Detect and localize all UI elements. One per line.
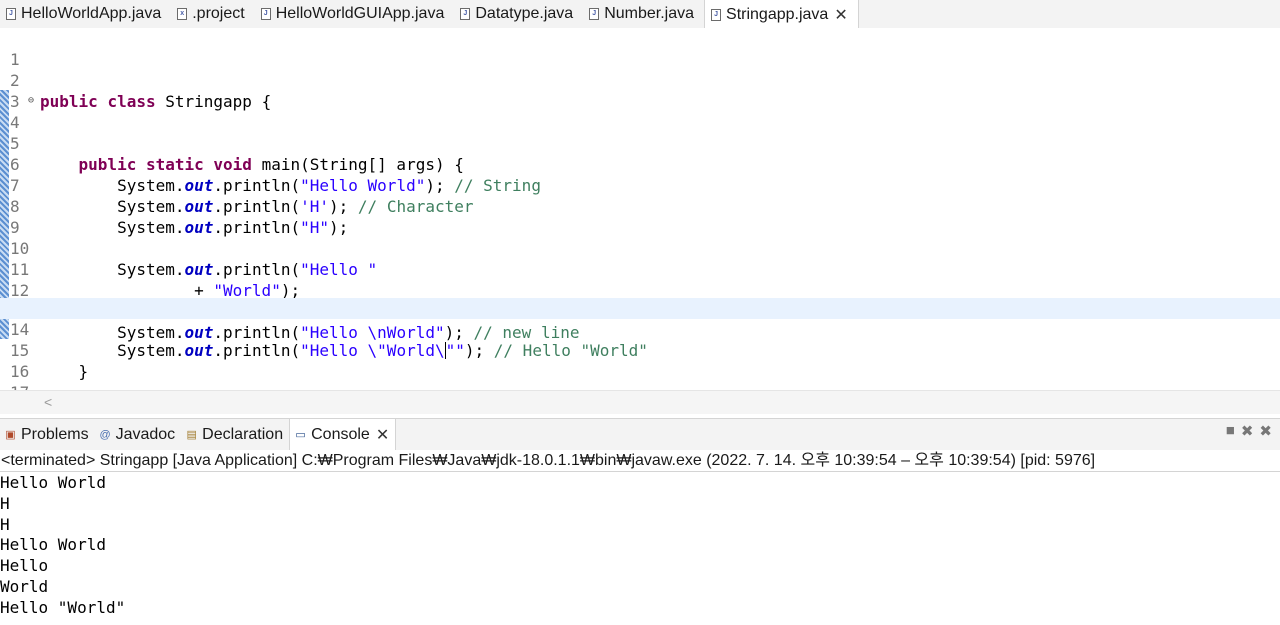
terminate-icon[interactable]: ■ — [1226, 422, 1235, 440]
code-line[interactable]: 17 } — [0, 361, 1280, 390]
tab-label: Console — [311, 426, 370, 443]
console-toolbar: ■ ✖ ✖ — [1226, 422, 1272, 440]
close-icon[interactable]: ✕ — [834, 5, 847, 25]
remove-all-terminated-icon[interactable]: ✖ — [1259, 422, 1272, 440]
tab-datatype[interactable]: J Datatype.java — [454, 0, 583, 28]
tab-javadoc[interactable]: @ Javadoc — [95, 419, 182, 451]
code-line[interactable]: 3 — [0, 70, 1280, 111]
java-file-icon: J — [460, 8, 471, 20]
editor-tab-bar: J HelloWorldApp.java x .project J HelloW… — [0, 0, 1280, 29]
code-editor[interactable]: 1 2 public class Stringapp { 3 4 ⊖ publi… — [0, 28, 1280, 390]
tab-label: .project — [192, 5, 245, 22]
panel-tab-bar: ▣ Problems @ Javadoc ▤ Declaration ▭ Con… — [0, 418, 1280, 451]
tab-project[interactable]: x .project — [171, 0, 254, 28]
problems-icon: ▣ — [5, 428, 16, 441]
code-line[interactable]: 9 — [0, 196, 1280, 237]
tab-label: Problems — [21, 426, 89, 443]
code-line[interactable]: 16 — [0, 340, 1280, 381]
console-line: H — [0, 514, 10, 534]
console-line: H — [0, 493, 10, 513]
declaration-icon: ▤ — [186, 428, 197, 441]
code-line[interactable]: 8 System.out.println("H"); — [0, 175, 1280, 237]
close-icon[interactable]: ✕ — [376, 425, 389, 445]
console-line: Hello World — [0, 473, 106, 492]
console-output[interactable]: Hello World H H Hello World Hello World … — [0, 473, 1280, 619]
console-line: Hello — [0, 556, 49, 576]
console-icon: ▭ — [295, 428, 306, 441]
tab-number[interactable]: J Number.java — [583, 0, 704, 28]
tab-label: Javadoc — [115, 426, 176, 443]
javadoc-icon: @ — [99, 428, 111, 441]
code-line[interactable]: 5 — [0, 112, 1280, 153]
tab-console[interactable]: ▭ Console ✕ — [289, 419, 397, 451]
line-number: 17 — [10, 382, 36, 390]
console-line: Hello "World" — [0, 597, 126, 617]
code-line[interactable]: 7 System.out.println('H'); // Character — [0, 154, 1280, 216]
java-file-icon: J — [589, 8, 600, 20]
tab-helloworldapp[interactable]: J HelloWorldApp.java — [0, 0, 171, 28]
tab-stringapp[interactable]: J Stringapp.java ✕ — [704, 0, 859, 29]
console-status-line: <terminated> Stringapp [Java Application… — [0, 450, 1280, 472]
java-file-icon: J — [711, 8, 722, 21]
console-line: World — [0, 576, 49, 596]
code-line[interactable]: 6 System.out.println("Hello World"); // … — [0, 133, 1280, 195]
tab-label: Number.java — [604, 5, 695, 22]
fold-collapse-icon[interactable]: ⊖ — [28, 90, 34, 111]
tab-label: Stringapp.java — [726, 5, 829, 23]
xml-file-icon: x — [177, 8, 188, 20]
code-line-current[interactable]: 14 System.out.println("Hello \"World\"")… — [0, 298, 1280, 360]
code-line[interactable]: 11 + "World"); — [0, 238, 1280, 300]
code-line[interactable]: 1 — [0, 28, 1280, 69]
code-line[interactable]: 2 public class Stringapp { — [0, 49, 1280, 111]
tab-label: Datatype.java — [475, 5, 574, 22]
tab-problems[interactable]: ▣ Problems — [0, 419, 95, 451]
code-line[interactable]: 15 } — [0, 319, 1280, 381]
console-line: Hello World — [0, 535, 106, 555]
code-line[interactable]: 10 System.out.println("Hello " — [0, 217, 1280, 279]
code-line[interactable]: 12 — [0, 259, 1280, 300]
remove-launch-icon[interactable]: ✖ — [1241, 422, 1254, 440]
tab-declaration[interactable]: ▤ Declaration — [181, 419, 289, 451]
scroll-left-icon[interactable]: < — [44, 394, 52, 410]
horizontal-scrollbar[interactable]: < — [0, 390, 1280, 414]
tab-label: Declaration — [202, 426, 284, 443]
tab-label: HelloWorldGUIApp.java — [275, 5, 445, 22]
java-file-icon: J — [260, 8, 271, 20]
java-file-icon: J — [6, 8, 16, 20]
tab-helloworldguiapp[interactable]: J HelloWorldGUIApp.java — [255, 0, 455, 28]
tab-label: HelloWorldApp.java — [21, 5, 162, 22]
code-line[interactable]: 4 ⊖ public static void main(String[] arg… — [0, 90, 1280, 174]
